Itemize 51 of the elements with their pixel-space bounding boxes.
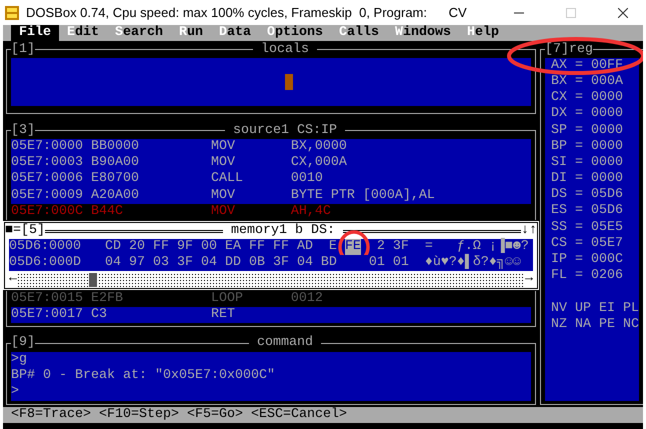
register-line: DX = 0000: [550, 106, 624, 123]
pane-number: [3]: [11, 122, 35, 139]
shortcut-key[interactable]: <F8=Trace>: [11, 406, 91, 423]
memory-ascii: = ƒ.Ω ¡▐■☻?: [424, 239, 529, 254]
scroll-track[interactable]: [17, 272, 525, 287]
menu-item[interactable]: Data: [211, 25, 259, 42]
register-line: CX = 0000: [550, 90, 624, 106]
register-line: SS = 05E5: [550, 220, 624, 236]
menu-item[interactable]: Help: [459, 25, 507, 42]
command-line: >: [11, 384, 20, 400]
scroll-thumb[interactable]: [89, 272, 97, 287]
flags-line: NZ NA PE NC: [550, 316, 639, 333]
cursor-block: [285, 74, 293, 90]
register-line: SP = 0000: [550, 122, 624, 139]
pane-number: [1]: [11, 42, 35, 58]
menu-item[interactable]: Windows: [387, 25, 459, 42]
app-icon: [4, 4, 20, 20]
memory-ascii: ♦ù♥?♦▌δ?♦╗☺☺: [424, 255, 521, 272]
memory-bytes: 2 3F: [376, 239, 409, 256]
register-line: DS = 05D6: [550, 187, 624, 204]
register-line: DI = 0000: [550, 171, 624, 188]
register-line: ES = 05D6: [550, 203, 624, 220]
command-line: BP# 0 - Break at: "0x05E7:0x000C": [11, 368, 276, 384]
scroll-right-arrow[interactable]: →: [525, 271, 533, 288]
memory-cursor[interactable]: FE: [344, 239, 361, 256]
memory-bytes: 04 97 03 3F 04 DD 0B 3F 04 BD 01 01: [104, 255, 409, 272]
register-line: BP = 0000: [550, 138, 624, 155]
command-line: >g: [11, 352, 28, 368]
register-line: FL = 0206: [550, 268, 624, 284]
register-line: IP = 000C: [550, 252, 624, 268]
register-line: BX = 000A: [550, 74, 624, 90]
flags-line: NV UP EI PL: [550, 300, 639, 317]
memory-bytes: CD 20 FF 9F 00 EA FF FF AD E: [104, 239, 338, 256]
close-icon[interactable]: [618, 8, 628, 18]
shortcut-key[interactable]: <F10=Step>: [98, 406, 179, 423]
menu-item[interactable]: Run: [171, 25, 211, 42]
window-title: DOSBox 0.74, Cpu speed: max 100% cycles, Frameskip 0, Program: CV: [26, 4, 468, 22]
menu-item[interactable]: File: [11, 25, 59, 42]
pane-title: [7]reg: [545, 42, 593, 58]
menu-item[interactable]: Options: [259, 25, 331, 42]
shortcut-key[interactable]: <ESC=Cancel>: [250, 406, 347, 423]
memory-address: 05D6:0000: [9, 239, 82, 256]
shortcut-key[interactable]: <F5=Go>: [186, 406, 243, 423]
register-line: SI = 0000: [550, 154, 624, 172]
register-line: CS = 05E7: [550, 236, 624, 252]
scroll-left-arrow[interactable]: ←: [9, 271, 17, 288]
register-line: AX = 00FF: [550, 58, 624, 74]
memory-address: 05D6:000D: [9, 255, 82, 272]
menu-item[interactable]: Calls: [331, 25, 387, 42]
menu-item[interactable]: Edit: [59, 25, 107, 42]
menu-item[interactable]: Search: [107, 25, 171, 42]
